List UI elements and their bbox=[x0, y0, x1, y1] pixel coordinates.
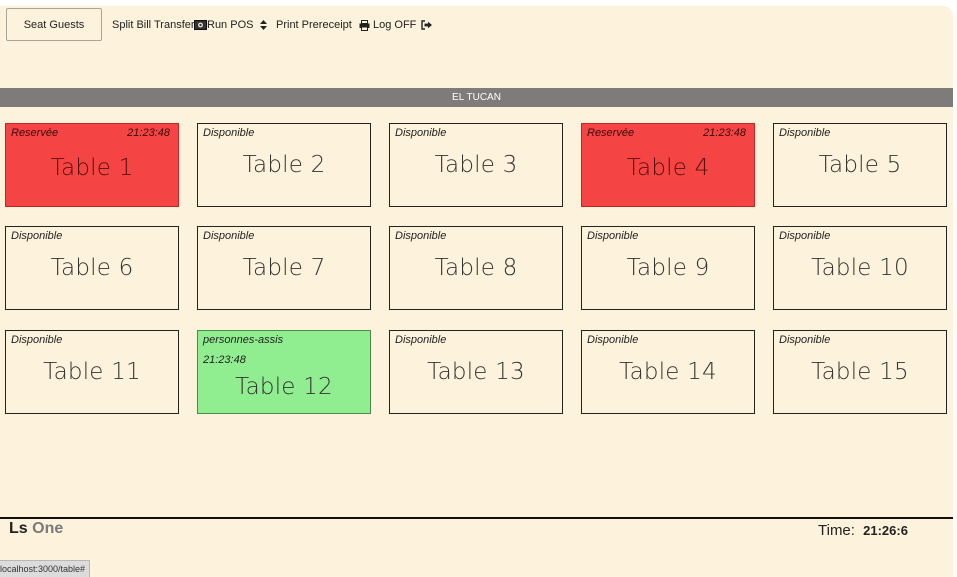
table-name: Table 13 bbox=[427, 359, 525, 385]
table-tile-2[interactable]: Disponible Table 2 bbox=[197, 123, 371, 207]
log-off-label: Log OFF bbox=[373, 19, 417, 31]
table-tile-6[interactable]: Disponible Table 6 bbox=[5, 226, 179, 310]
room-banner: EL TUCAN bbox=[0, 88, 953, 107]
table-tile-3[interactable]: Disponible Table 3 bbox=[389, 123, 563, 207]
table-name: Table 7 bbox=[242, 255, 326, 281]
status-url: localhost:3000/table# bbox=[0, 564, 86, 574]
table-tile-11[interactable]: Disponible Table 11 bbox=[5, 330, 179, 414]
table-status: Disponible bbox=[203, 127, 255, 139]
table-status: Disponible bbox=[395, 127, 447, 139]
table-name: Table 9 bbox=[626, 255, 710, 281]
table-status: Disponible bbox=[779, 334, 831, 346]
footer-divider bbox=[0, 517, 953, 519]
table-name: Table 1 bbox=[50, 155, 134, 181]
transfer-link[interactable]: Transfer bbox=[154, 19, 195, 31]
printer-icon bbox=[359, 19, 370, 31]
table-tile-13[interactable]: Disponible Table 13 bbox=[389, 330, 563, 414]
table-status: Disponible bbox=[395, 230, 447, 242]
sort-icon bbox=[260, 20, 268, 30]
clock-label: Time: bbox=[818, 522, 855, 539]
transfer-label: Transfer bbox=[154, 19, 195, 31]
money-icon bbox=[194, 20, 207, 30]
table-status: Disponible bbox=[395, 334, 447, 346]
brand-ls: Ls bbox=[9, 520, 28, 537]
run-pos-label: Run POS bbox=[207, 19, 254, 31]
table-status: Reservée bbox=[11, 127, 59, 139]
table-status: Disponible bbox=[587, 230, 639, 242]
table-time: 21:23:48 bbox=[203, 354, 246, 366]
table-status: Disponible bbox=[203, 230, 255, 242]
toolbar: Seat Guests Split Bill Transfer Run POS bbox=[0, 6, 953, 46]
table-status: Disponible bbox=[11, 230, 63, 242]
table-tile-7[interactable]: Disponible Table 7 bbox=[197, 226, 371, 310]
split-bill-link[interactable]: Split Bill bbox=[112, 19, 151, 31]
table-name: Table 4 bbox=[626, 155, 710, 181]
table-tile-8[interactable]: Disponible Table 8 bbox=[389, 226, 563, 310]
table-status: Disponible bbox=[11, 334, 63, 346]
table-tile-14[interactable]: Disponible Table 14 bbox=[581, 330, 755, 414]
table-name: Table 12 bbox=[235, 374, 333, 400]
sign-out-icon bbox=[421, 20, 433, 30]
brand-logo: Ls One bbox=[9, 520, 63, 538]
room-title: EL TUCAN bbox=[452, 92, 501, 103]
table-tile-5[interactable]: Disponible Table 5 bbox=[773, 123, 947, 207]
brand-one: One bbox=[32, 520, 64, 537]
table-tile-1[interactable]: Reservée 21:23:48 Table 1 bbox=[5, 123, 179, 207]
table-name: Table 2 bbox=[242, 152, 326, 178]
print-prereceipt-link[interactable]: Print Prereceipt bbox=[276, 19, 370, 31]
table-name: Table 11 bbox=[43, 359, 141, 385]
table-status: Reservée bbox=[587, 127, 635, 139]
table-name: Table 8 bbox=[434, 255, 518, 281]
table-name: Table 14 bbox=[619, 359, 717, 385]
table-time: 21:23:48 bbox=[703, 127, 746, 139]
seat-guests-button[interactable]: Seat Guests bbox=[6, 8, 102, 41]
table-status: personnes-assis bbox=[203, 334, 284, 346]
table-name: Table 6 bbox=[50, 255, 134, 281]
table-tile-12[interactable]: personnes-assis 21:23:48 Table 12 bbox=[197, 330, 371, 414]
table-name: Table 5 bbox=[818, 152, 902, 178]
run-pos-link[interactable]: Run POS bbox=[194, 19, 268, 31]
table-name: Table 3 bbox=[434, 152, 518, 178]
split-bill-label: Split Bill bbox=[112, 19, 152, 31]
table-time: 21:23:48 bbox=[127, 127, 170, 139]
table-tile-4[interactable]: Reservée 21:23:48 Table 4 bbox=[581, 123, 755, 207]
table-status: Disponible bbox=[779, 127, 831, 139]
table-tile-9[interactable]: Disponible Table 9 bbox=[581, 226, 755, 310]
table-tile-10[interactable]: Disponible Table 10 bbox=[773, 226, 947, 310]
app-window: Seat Guests Split Bill Transfer Run POS bbox=[0, 6, 953, 577]
print-prereceipt-label: Print Prereceipt bbox=[276, 19, 352, 31]
table-tile-15[interactable]: Disponible Table 15 bbox=[773, 330, 947, 414]
log-off-link[interactable]: Log OFF bbox=[373, 19, 433, 31]
clock: Time: 21:26:6 bbox=[818, 522, 908, 539]
table-status: Disponible bbox=[587, 334, 639, 346]
table-status: Disponible bbox=[779, 230, 831, 242]
clock-value: 21:26:6 bbox=[863, 523, 908, 538]
table-name: Table 15 bbox=[811, 359, 909, 385]
table-name: Table 10 bbox=[811, 255, 909, 281]
browser-status-bar: localhost:3000/table# bbox=[0, 560, 91, 577]
